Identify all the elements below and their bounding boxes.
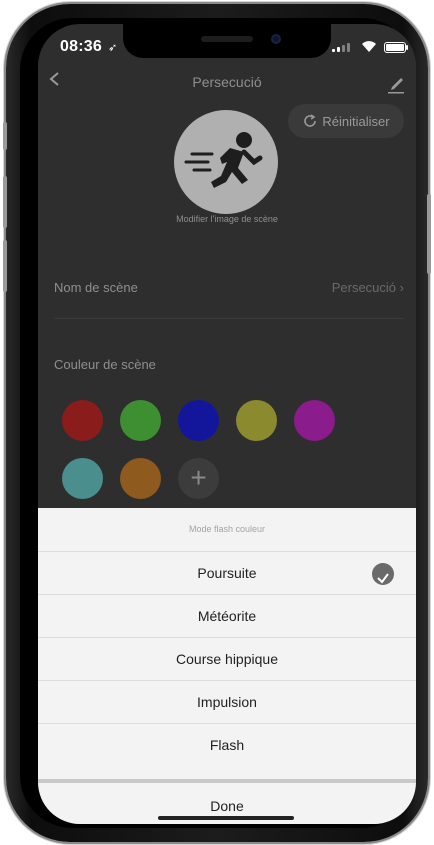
- reset-button[interactable]: Réinitialiser: [288, 104, 404, 138]
- status-bar: 08:36 ➶: [38, 24, 416, 68]
- color-swatch[interactable]: [294, 400, 335, 441]
- color-swatch[interactable]: [236, 400, 277, 441]
- flash-option-label: Poursuite: [197, 565, 257, 581]
- scene-image-button[interactable]: [174, 110, 278, 214]
- mute-switch: [3, 122, 7, 150]
- flash-option[interactable]: Impulsion: [38, 680, 416, 724]
- scene-name-label: Nom de scène: [54, 280, 138, 295]
- flash-option-label: Impulsion: [197, 694, 257, 710]
- home-indicator: [158, 816, 294, 820]
- color-swatch[interactable]: [120, 458, 161, 499]
- volume-up-button: [3, 176, 7, 228]
- color-swatch[interactable]: [62, 400, 103, 441]
- color-swatch[interactable]: [178, 400, 219, 441]
- flash-mode-sheet: Mode flash couleur Poursuite Météorite Cou…: [38, 508, 416, 824]
- power-button: [427, 194, 431, 274]
- wifi-icon: [362, 41, 376, 52]
- flash-option[interactable]: Flash: [38, 723, 416, 767]
- modify-image-label[interactable]: Modifier l'image de scène: [38, 214, 416, 224]
- flash-option[interactable]: Poursuite: [38, 551, 416, 595]
- scene-name-value: Persecució ›: [332, 280, 404, 295]
- reset-label: Réinitialiser: [322, 113, 390, 129]
- sheet-title: Mode flash couleur: [188, 524, 266, 534]
- flash-option-label: Flash: [209, 737, 245, 753]
- color-swatch[interactable]: [62, 458, 103, 499]
- sheet-divider: [38, 779, 416, 783]
- refresh-icon: [304, 114, 317, 127]
- nav-bar: Persecució: [38, 68, 416, 104]
- status-time: 08:36: [60, 38, 102, 55]
- flash-option-label: Météorite: [197, 608, 257, 624]
- running-person-icon: [184, 132, 263, 188]
- chevron-right-icon: ›: [399, 280, 404, 295]
- location-icon: ➶: [108, 42, 118, 54]
- flash-option[interactable]: Course hippique: [38, 637, 416, 681]
- checkmark-icon: [372, 563, 394, 585]
- volume-down-button: [3, 240, 7, 292]
- scene-color-label: Couleur de scène: [54, 357, 156, 372]
- scene-name-value-text: Persecució: [331, 280, 397, 295]
- edit-pencil-icon[interactable]: [386, 74, 406, 94]
- battery-icon: [384, 42, 408, 53]
- color-swatch[interactable]: [120, 400, 161, 441]
- cellular-signal-icon: [332, 43, 350, 52]
- flash-option-label: Course hippique: [176, 651, 278, 667]
- flash-option[interactable]: Météorite: [38, 594, 416, 638]
- page-title: Persecució: [192, 74, 262, 90]
- add-color-button[interactable]: +: [178, 458, 219, 499]
- row-divider: [54, 318, 404, 319]
- done-button[interactable]: Done: [38, 798, 416, 814]
- scene-name-row[interactable]: Nom de scène Persecució ›: [54, 280, 404, 300]
- app-screen: 08:36 ➶ Persecució Réinitialiser Modifie…: [38, 24, 416, 824]
